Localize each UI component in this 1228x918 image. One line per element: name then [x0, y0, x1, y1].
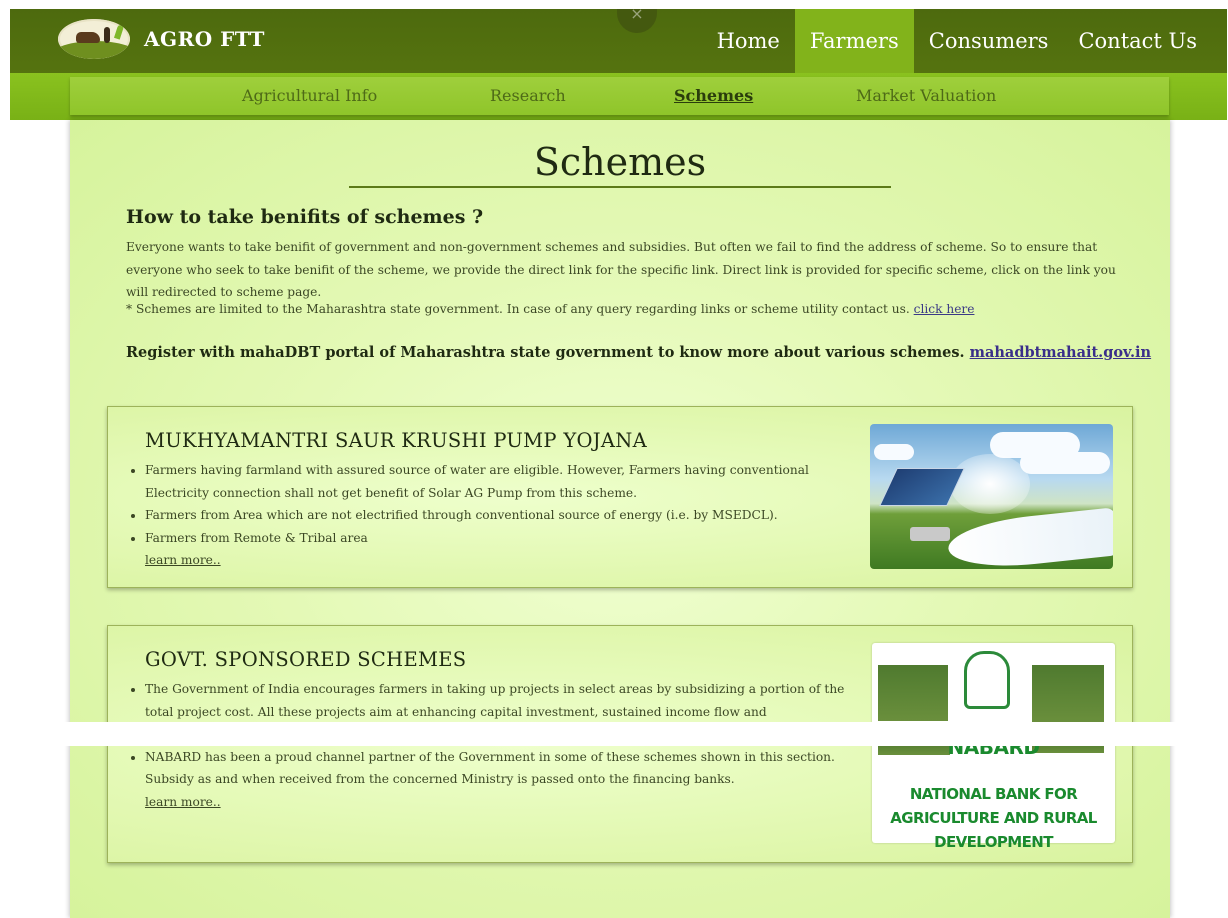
- nav-item-farmers[interactable]: Farmers: [794, 9, 914, 73]
- logo-icon: [58, 19, 130, 59]
- sub-nav: Agricultural Info Research Schemes Marke…: [70, 77, 1169, 115]
- subnav-item-schemes[interactable]: Schemes: [674, 86, 753, 105]
- learn-more-link[interactable]: learn more..: [145, 795, 221, 809]
- note-text: * Schemes are limited to the Maharashtra…: [126, 302, 910, 316]
- title-divider: [349, 186, 891, 188]
- scheme-bullets: Farmers having farmland with assured sou…: [128, 459, 845, 568]
- close-icon[interactable]: ×: [617, 6, 657, 33]
- subnav-item-research[interactable]: Research: [490, 86, 566, 105]
- subnav-item-agricultural-info[interactable]: Agricultural Info: [242, 86, 377, 105]
- scheme-card: MUKHYAMANTRI SAUR KRUSHI PUMP YOJANA Far…: [107, 406, 1133, 588]
- scheme-title: GOVT. SPONSORED SCHEMES: [145, 648, 467, 671]
- register-text: Register with mahaDBT portal of Maharash…: [126, 344, 965, 361]
- list-item: Farmers from Area which are not electrif…: [145, 504, 845, 527]
- learn-more-link[interactable]: learn more..: [145, 553, 221, 567]
- contact-link[interactable]: click here: [914, 302, 975, 316]
- scheme-note: * Schemes are limited to the Maharashtra…: [126, 302, 974, 316]
- render-glitch-band: [0, 722, 1228, 746]
- solar-pump-image: [870, 424, 1113, 569]
- list-item: Farmers from Remote & Tribal area: [145, 527, 845, 550]
- brand-name: AGRO FTT: [144, 27, 265, 51]
- nabard-fullname: NATIONAL BANK FOR AGRICULTURE AND RURAL …: [890, 785, 1097, 851]
- nabard-logo-icon: [964, 651, 1010, 709]
- sub-navbar: Agricultural Info Research Schemes Marke…: [10, 73, 1227, 120]
- nav-item-contact-us[interactable]: Contact Us: [1063, 9, 1227, 73]
- brand[interactable]: AGRO FTT: [58, 19, 265, 59]
- content-panel: Schemes How to take benifits of schemes …: [70, 120, 1170, 918]
- list-item: NABARD has been a proud channel partner …: [145, 746, 845, 791]
- mahadbt-link[interactable]: mahadbtmahait.gov.in: [970, 344, 1151, 361]
- page-title: Schemes: [533, 140, 707, 184]
- top-navbar: AGRO FTT × Home Farmers Consumers Contac…: [10, 6, 1227, 73]
- subnav-item-market-valuation[interactable]: Market Valuation: [856, 86, 996, 105]
- howto-heading: How to take benifits of schemes ?: [126, 206, 484, 228]
- intro-paragraph: Everyone wants to take benifit of govern…: [126, 240, 1116, 299]
- nav-item-home[interactable]: Home: [702, 9, 795, 73]
- main-nav: Home Farmers Consumers Contact Us: [702, 9, 1227, 73]
- nav-item-consumers[interactable]: Consumers: [914, 9, 1064, 73]
- scheme-title: MUKHYAMANTRI SAUR KRUSHI PUMP YOJANA: [145, 429, 648, 452]
- list-item: Farmers having farmland with assured sou…: [145, 459, 845, 504]
- register-line: Register with mahaDBT portal of Maharash…: [126, 344, 1151, 361]
